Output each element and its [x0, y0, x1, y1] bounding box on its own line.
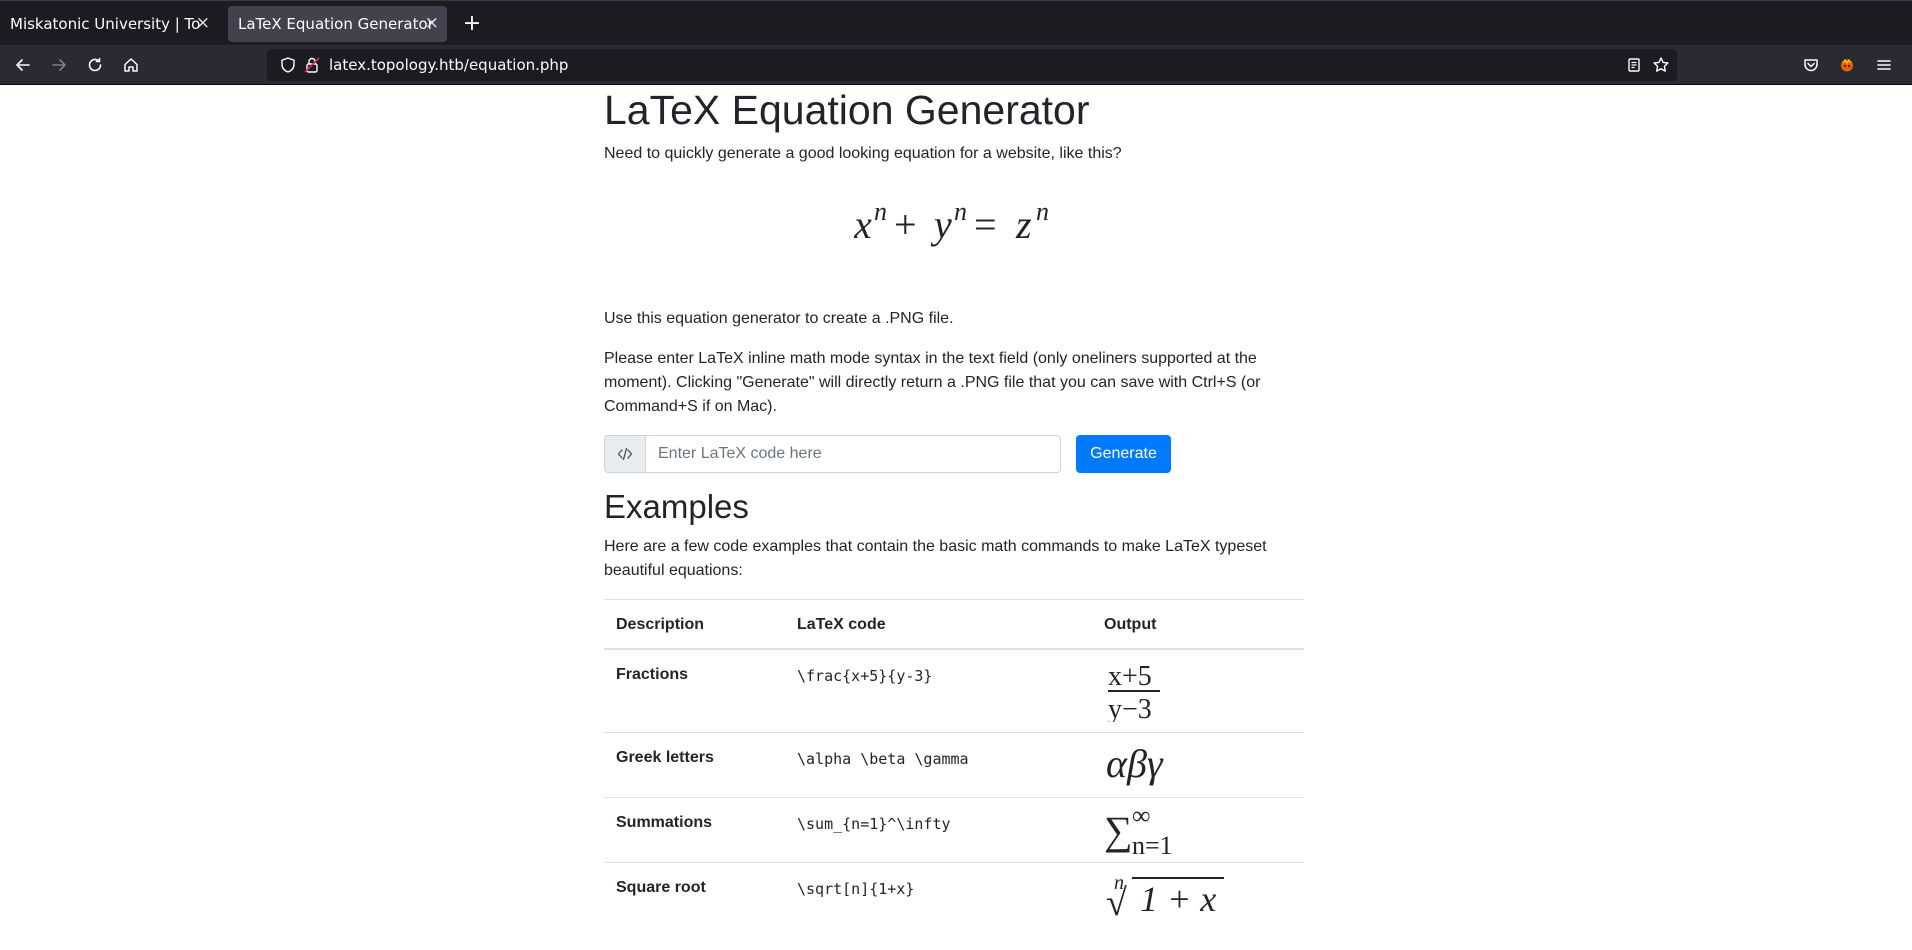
url-bar[interactable]: latex.topology.htb/equation.php — [267, 49, 1677, 81]
summation-output-image: ∑ ∞ n=1 — [1104, 806, 1173, 858]
row-latex-code: \sqrt[n]{1+x} — [785, 862, 1092, 928]
table-row: Square root \sqrt[n]{1+x} n √ 1 + x — [604, 862, 1304, 928]
tab-title: LaTeX Equation Generator — [238, 15, 434, 33]
row-output: αβγ — [1092, 732, 1304, 798]
row-latex-code: \sum_{n=1}^\infty — [785, 797, 1092, 863]
sum-upper-limit: ∞ — [1132, 806, 1151, 830]
browser-nav-bar: latex.topology.htb/equation.php — [0, 45, 1912, 85]
column-header: LaTeX code — [785, 599, 1092, 650]
sum-lower-limit: n=1 — [1132, 831, 1173, 858]
hero-exp: n — [1036, 198, 1049, 226]
row-description: Square root — [604, 862, 785, 928]
row-latex-code: \frac{x+5}{y-3} — [785, 648, 1092, 733]
row-latex-code: \alpha \beta \gamma — [785, 732, 1092, 798]
table-row: Summations \sum_{n=1}^\infty ∑ ∞ n=1 — [604, 797, 1304, 863]
insecure-lock-icon[interactable] — [303, 56, 321, 74]
sqrt-output-image: n √ 1 + x — [1106, 872, 1224, 921]
radicand: 1 + x — [1140, 879, 1216, 919]
sum-symbol: ∑ — [1104, 808, 1133, 853]
row-description: Greek letters — [604, 732, 785, 798]
greek-letters-output-image: αβγ — [1106, 741, 1164, 786]
column-header: Description — [604, 599, 785, 650]
hero-exp: n — [954, 198, 967, 226]
examples-heading: Examples — [604, 488, 749, 525]
table-row: Greek letters \alpha \beta \gamma αβγ — [604, 732, 1304, 798]
examples-intro-text: Here are a few code examples that contai… — [604, 538, 1267, 579]
row-output: ∑ ∞ n=1 — [1092, 797, 1304, 863]
hero-exp: n — [874, 198, 887, 226]
close-icon[interactable]: × — [425, 14, 439, 32]
pocket-icon[interactable] — [1797, 51, 1825, 79]
forward-arrow-icon[interactable] — [45, 51, 73, 79]
table-header-row: Description LaTeX code Output — [604, 599, 1304, 650]
radical-sign: √ — [1106, 882, 1127, 921]
row-output: n √ 1 + x — [1092, 862, 1304, 928]
hero-equation-image: x n + y n = z n — [854, 198, 1049, 247]
extension-icon[interactable] — [1833, 51, 1861, 79]
intro-text: Need to quickly generate a good looking … — [604, 145, 1122, 162]
tab-latex-generator[interactable]: LaTeX Equation Generator × — [228, 6, 447, 42]
instructions-text: Please enter LaTeX inline math mode synt… — [604, 350, 1261, 415]
new-tab-plus-icon[interactable]: + — [458, 10, 486, 38]
bookmark-star-icon[interactable] — [1652, 56, 1670, 74]
row-output: x+5 y−3 — [1092, 648, 1304, 733]
usage-text: Use this equation generator to create a … — [604, 310, 954, 327]
reload-icon[interactable] — [81, 51, 109, 79]
tab-title: Miskatonic University | Topology Group — [10, 15, 200, 33]
generate-button[interactable]: Generate — [1076, 435, 1171, 473]
home-icon[interactable] — [117, 51, 145, 79]
hero-x: x — [854, 202, 872, 247]
latex-input-group — [604, 435, 1061, 473]
reader-view-icon[interactable] — [1625, 56, 1643, 74]
fraction-numerator: x+5 — [1108, 661, 1152, 692]
table-row: Fractions \frac{x+5}{y-3} x+5 y−3 — [604, 648, 1304, 733]
greek-letters-text: αβγ — [1106, 741, 1164, 786]
hamburger-menu-icon[interactable] — [1870, 51, 1898, 79]
close-icon[interactable]: × — [196, 14, 210, 32]
examples-table: Description LaTeX code Output Fractions … — [604, 599, 1304, 928]
hero-plus: + — [894, 202, 917, 247]
hero-z: z — [1015, 202, 1032, 247]
tab-miskatonic[interactable]: Miskatonic University | Topology Group × — [0, 6, 218, 42]
url-text[interactable]: latex.topology.htb/equation.php — [329, 56, 568, 74]
hero-eq: = — [974, 202, 997, 247]
shield-icon[interactable] — [279, 56, 297, 74]
code-icon — [604, 435, 646, 473]
row-description: Fractions — [604, 648, 785, 733]
row-description: Summations — [604, 797, 785, 863]
hero-y: y — [930, 202, 952, 247]
latex-code-input[interactable] — [646, 435, 1061, 473]
column-header: Output — [1092, 599, 1304, 650]
browser-tab-bar: Miskatonic University | Topology Group ×… — [0, 0, 1912, 45]
fraction-denominator: y−3 — [1108, 694, 1152, 722]
page-title: LaTeX Equation Generator — [604, 87, 1090, 133]
back-arrow-icon[interactable] — [9, 51, 37, 79]
fraction-output-image: x+5 y−3 — [1108, 661, 1160, 722]
